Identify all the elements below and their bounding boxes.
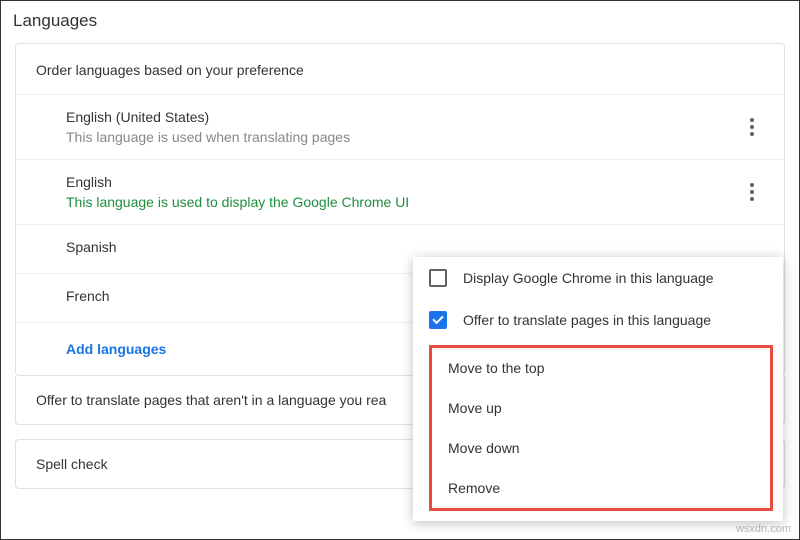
lang-info: English This language is used to display…	[66, 174, 740, 210]
menu-move-up[interactable]: Move up	[432, 388, 770, 428]
checkbox-label: Display Google Chrome in this language	[463, 270, 714, 286]
more-actions-icon[interactable]	[740, 180, 764, 204]
offer-translate-checkbox-row[interactable]: Offer to translate pages in this languag…	[413, 299, 783, 341]
language-options-popup: Display Google Chrome in this language O…	[413, 257, 783, 521]
more-actions-icon[interactable]	[740, 115, 764, 139]
lang-row-en-us[interactable]: English (United States) This language is…	[16, 94, 784, 159]
lang-info: English (United States) This language is…	[66, 109, 740, 145]
lang-name: English (United States)	[66, 109, 740, 125]
highlighted-menu-box: Move to the top Move up Move down Remove	[429, 345, 773, 511]
order-label: Order languages based on your preference	[16, 44, 784, 94]
watermark: wsxdn.com	[736, 523, 791, 535]
menu-remove[interactable]: Remove	[432, 468, 770, 508]
page-title: Languages	[1, 1, 799, 43]
lang-name: Spanish	[66, 239, 764, 255]
lang-sub: This language is used to display the Goo…	[66, 194, 740, 210]
checkbox-unchecked-icon[interactable]	[429, 269, 447, 287]
lang-info: Spanish	[66, 239, 764, 259]
lang-sub: This language is used when translating p…	[66, 129, 740, 145]
menu-move-top[interactable]: Move to the top	[432, 348, 770, 388]
menu-move-down[interactable]: Move down	[432, 428, 770, 468]
lang-name: English	[66, 174, 740, 190]
checkbox-checked-icon[interactable]	[429, 311, 447, 329]
checkbox-label: Offer to translate pages in this languag…	[463, 312, 711, 328]
display-chrome-checkbox-row[interactable]: Display Google Chrome in this language	[413, 257, 783, 299]
lang-row-en[interactable]: English This language is used to display…	[16, 159, 784, 224]
